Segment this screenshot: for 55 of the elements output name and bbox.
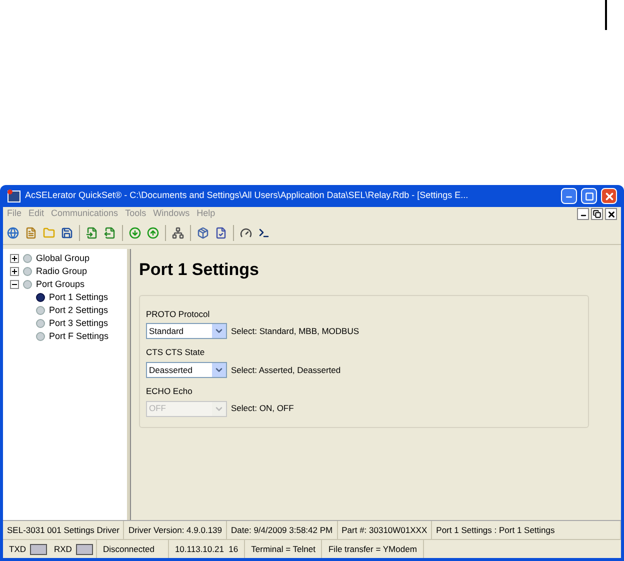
- terminal-icon[interactable]: [258, 226, 270, 238]
- field-label: ECHO Echo: [146, 385, 194, 398]
- status-bar-field: SEL-3031 001 Settings Driver: [3, 521, 124, 539]
- field-label: CTS CTS State: [146, 346, 206, 359]
- options-hint: Select: Asserted, Deasserted: [231, 364, 341, 376]
- dropdown[interactable]: Standard: [146, 323, 227, 340]
- minimize-button[interactable]: [577, 208, 589, 220]
- save-icon[interactable]: [61, 226, 73, 238]
- download-icon[interactable]: [129, 226, 141, 238]
- collapse-icon[interactable]: [10, 280, 19, 289]
- tree-item[interactable]: Radio Group: [36, 264, 88, 278]
- minimize-icon: [580, 212, 586, 219]
- indicator-light: [76, 544, 93, 554]
- status-bar-field: Driver Version: 4.9.0.139: [124, 521, 228, 539]
- close-icon: [604, 190, 614, 202]
- globe-icon[interactable]: [7, 226, 19, 238]
- file-export-icon[interactable]: [104, 226, 116, 238]
- status-bar-field: Port 1 Settings : Port 1 Settings: [432, 521, 621, 539]
- options-hint: Select: ON, OFF: [231, 402, 294, 416]
- document-icon[interactable]: [25, 226, 37, 238]
- network-icon[interactable]: [172, 226, 184, 238]
- tree-item[interactable]: Port 2 Settings: [49, 304, 108, 318]
- tree-item[interactable]: Global Group: [36, 252, 90, 266]
- maximize-button[interactable]: [581, 188, 597, 204]
- indicator-label: TXD: [9, 542, 26, 556]
- close-button[interactable]: [605, 208, 617, 220]
- status-bar-field: 10.113.10.21 16: [168, 540, 246, 558]
- close-icon: [606, 210, 616, 218]
- indicator-light: [30, 544, 47, 554]
- window-title: AcSELerator QuickSet® - C:\Documents and Settings\All Users\Application Data\SEL\Relay.Rdb - [Settings E...: [25, 189, 470, 202]
- maximize-icon: [584, 192, 594, 200]
- dropdown[interactable]: Deasserted: [146, 362, 227, 378]
- upload-icon[interactable]: [147, 226, 159, 238]
- indicator-label: RXD: [54, 542, 72, 556]
- status-bar-field: Disconnected: [96, 540, 169, 558]
- document-check-icon[interactable]: [215, 226, 227, 238]
- app-icon: [7, 189, 21, 203]
- status-bar-field: File transfer = YModem: [322, 540, 424, 558]
- tree-item[interactable]: Port 3 Settings: [49, 316, 108, 330]
- tree-item[interactable]: Port 1 Settings: [49, 290, 108, 304]
- expand-icon[interactable]: [10, 267, 19, 276]
- restore-icon: [593, 210, 601, 218]
- file-import-icon[interactable]: [86, 226, 98, 238]
- status-bar-field: Part #: 30310W01XXX: [338, 521, 432, 539]
- tree-item[interactable]: Port F Settings: [49, 330, 109, 344]
- tree-item[interactable]: Port Groups: [36, 278, 85, 292]
- options-hint: Select: Standard, MBB, MODBUS: [231, 324, 360, 338]
- page-heading: Port 1 Settings: [139, 259, 260, 281]
- box-icon[interactable]: [197, 226, 209, 238]
- status-bar-field: Terminal = Telnet: [245, 540, 322, 558]
- restore-button[interactable]: [591, 208, 603, 220]
- gauge-icon[interactable]: [240, 226, 252, 238]
- status-bar-field: Date: 9/4/2009 3:58:42 PM: [227, 521, 338, 539]
- field-label: PROTO Protocol: [146, 308, 211, 320]
- expand-icon[interactable]: [10, 254, 19, 263]
